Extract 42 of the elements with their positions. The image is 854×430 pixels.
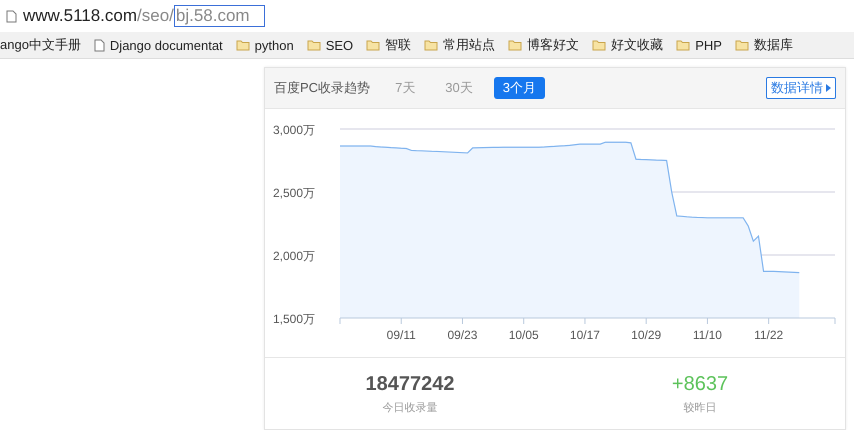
url-host: www.5118.com [23,6,138,26]
bookmark-link[interactable]: 好文收藏 [611,36,664,54]
axis-label: 1,500万 [273,312,316,326]
bookmark-link[interactable]: ango中文手册 [0,36,81,54]
axis-label: 10/17 [570,328,600,342]
folder-icon [236,39,250,51]
bookmark-link[interactable]: python [254,38,294,52]
range-tab[interactable]: 3个月 [494,77,545,99]
stat-value: +8637 [672,372,728,396]
bookmark-link[interactable]: 智联 [385,36,412,54]
stat-label: 较昨日 [684,400,716,414]
axis-label: 09/11 [386,328,416,342]
folder-icon [734,39,749,51]
axis-label: 10/29 [631,328,662,342]
stat-label: 今日收录量 [382,400,438,414]
axis-label: 11/10 [692,328,722,342]
details-button[interactable]: 数据详情 [766,77,836,99]
url-path: /seo/ [137,6,174,26]
axis-label: 3,000万 [273,123,316,137]
bookmark-link[interactable]: 常用站点 [443,36,496,54]
folder-icon [306,39,321,51]
bookmark-link[interactable]: PHP [695,38,722,52]
axis-label: 10/05 [508,328,539,342]
caret-icon [826,84,831,92]
bookmark-link[interactable]: SEO [326,38,354,52]
axis-label: 2,000万 [273,249,316,263]
stat-value: 18477242 [366,372,454,396]
axis-label: 2,500万 [273,186,316,200]
bookmark-link[interactable]: Django documentat [110,38,223,52]
folder-icon [508,39,522,51]
page-icon [94,38,105,52]
selected-url-text[interactable]: bj.58.com [174,5,265,27]
bookmark-link[interactable]: 数据库 [754,36,793,54]
folder-icon [676,39,690,51]
page-icon [6,10,17,22]
folder-icon [424,39,438,51]
card-title: 百度PC收录趋势 [274,79,370,97]
folder-icon [592,39,606,51]
folder-icon [366,39,380,51]
bookmark-link[interactable]: 博客好文 [527,36,580,54]
axis-label: 09/23 [447,328,478,342]
axis-label: 11/22 [754,328,784,342]
